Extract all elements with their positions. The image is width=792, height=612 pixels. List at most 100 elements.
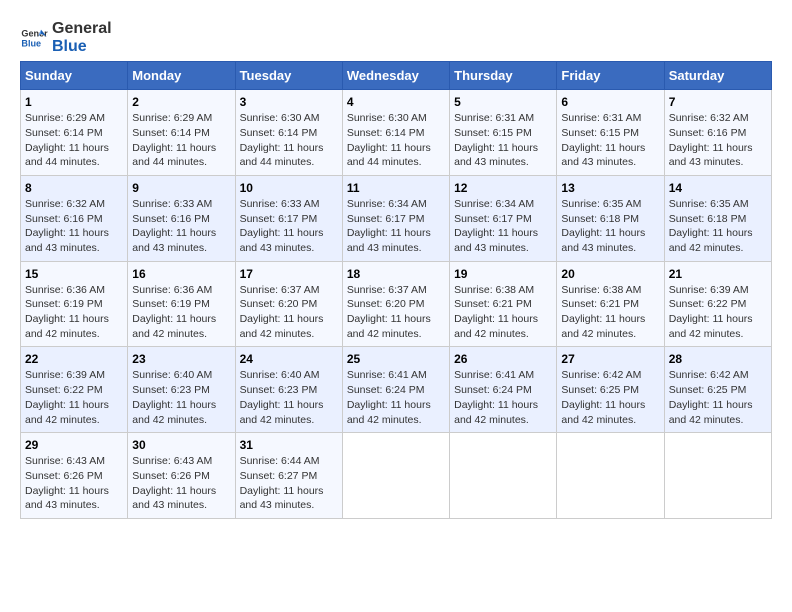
day-number: 21 <box>669 267 767 281</box>
day-info: Sunrise: 6:30 AMSunset: 6:14 PMDaylight:… <box>240 111 338 170</box>
day-cell: 11 Sunrise: 6:34 AMSunset: 6:17 PMDayligh… <box>342 175 449 261</box>
day-cell: 6 Sunrise: 6:31 AMSunset: 6:15 PMDaylight… <box>557 90 664 176</box>
day-info: Sunrise: 6:31 AMSunset: 6:15 PMDaylight:… <box>561 111 659 170</box>
day-number: 2 <box>132 95 230 109</box>
day-number: 10 <box>240 181 338 195</box>
day-info: Sunrise: 6:34 AMSunset: 6:17 PMDaylight:… <box>454 197 552 256</box>
day-cell: 23 Sunrise: 6:40 AMSunset: 6:23 PMDayligh… <box>128 347 235 433</box>
day-number: 14 <box>669 181 767 195</box>
day-cell: 18Sunrise: 6:37 AMSunset: 6:20 PMDayligh… <box>342 261 449 347</box>
week-row-4: 22 Sunrise: 6:39 AMSunset: 6:22 PMDayligh… <box>21 347 772 433</box>
day-cell: 29 Sunrise: 6:43 AMSunset: 6:26 PMDayligh… <box>21 433 128 519</box>
day-info: Sunrise: 6:40 AMSunset: 6:23 PMDaylight:… <box>132 368 230 427</box>
day-cell: 17 Sunrise: 6:37 AMSunset: 6:20 PMDayligh… <box>235 261 342 347</box>
day-number: 1 <box>25 95 123 109</box>
day-number: 28 <box>669 352 767 366</box>
day-cell: 27Sunrise: 6:42 AMSunset: 6:25 PMDayligh… <box>557 347 664 433</box>
day-number: 13 <box>561 181 659 195</box>
day-number: 8 <box>25 181 123 195</box>
week-row-3: 15 Sunrise: 6:36 AMSunset: 6:19 PMDayligh… <box>21 261 772 347</box>
day-cell: 7 Sunrise: 6:32 AMSunset: 6:16 PMDaylight… <box>664 90 771 176</box>
day-number: 30 <box>132 438 230 452</box>
col-header-tuesday: Tuesday <box>235 62 342 90</box>
day-number: 15 <box>25 267 123 281</box>
day-number: 25 <box>347 352 445 366</box>
day-number: 16 <box>132 267 230 281</box>
day-info: Sunrise: 6:39 AMSunset: 6:22 PMDaylight:… <box>669 283 767 342</box>
day-cell: 9 Sunrise: 6:33 AMSunset: 6:16 PMDaylight… <box>128 175 235 261</box>
day-info: Sunrise: 6:39 AMSunset: 6:22 PMDaylight:… <box>25 368 123 427</box>
day-info: Sunrise: 6:32 AMSunset: 6:16 PMDaylight:… <box>669 111 767 170</box>
day-number: 3 <box>240 95 338 109</box>
day-cell: 12 Sunrise: 6:34 AMSunset: 6:17 PMDayligh… <box>450 175 557 261</box>
day-number: 29 <box>25 438 123 452</box>
day-info: Sunrise: 6:29 AMSunset: 6:14 PMDaylight:… <box>25 111 123 170</box>
day-info: Sunrise: 6:41 AMSunset: 6:24 PMDaylight:… <box>454 368 552 427</box>
col-header-monday: Monday <box>128 62 235 90</box>
day-info: Sunrise: 6:44 AMSunset: 6:27 PMDaylight:… <box>240 454 338 513</box>
day-info: Sunrise: 6:42 AMSunset: 6:25 PMDaylight:… <box>669 368 767 427</box>
day-cell: 22 Sunrise: 6:39 AMSunset: 6:22 PMDayligh… <box>21 347 128 433</box>
day-number: 7 <box>669 95 767 109</box>
day-info: Sunrise: 6:30 AMSunset: 6:14 PMDaylight:… <box>347 111 445 170</box>
day-number: 12 <box>454 181 552 195</box>
day-cell: 26 Sunrise: 6:41 AMSunset: 6:24 PMDayligh… <box>450 347 557 433</box>
day-cell: 5 Sunrise: 6:31 AMSunset: 6:15 PMDaylight… <box>450 90 557 176</box>
day-number: 5 <box>454 95 552 109</box>
day-info: Sunrise: 6:33 AMSunset: 6:16 PMDaylight:… <box>132 197 230 256</box>
calendar-table: SundayMondayTuesdayWednesdayThursdayFrid… <box>20 61 772 519</box>
day-number: 20 <box>561 267 659 281</box>
day-cell: 3 Sunrise: 6:30 AMSunset: 6:14 PMDaylight… <box>235 90 342 176</box>
day-number: 17 <box>240 267 338 281</box>
day-number: 23 <box>132 352 230 366</box>
day-cell <box>557 433 664 519</box>
day-number: 6 <box>561 95 659 109</box>
day-info: Sunrise: 6:29 AMSunset: 6:14 PMDaylight:… <box>132 111 230 170</box>
day-cell: 19Sunrise: 6:38 AMSunset: 6:21 PMDayligh… <box>450 261 557 347</box>
day-info: Sunrise: 6:31 AMSunset: 6:15 PMDaylight:… <box>454 111 552 170</box>
day-cell: 30Sunrise: 6:43 AMSunset: 6:26 PMDayligh… <box>128 433 235 519</box>
logo-blue: Blue <box>52 38 112 56</box>
day-info: Sunrise: 6:34 AMSunset: 6:17 PMDaylight:… <box>347 197 445 256</box>
day-cell: 10 Sunrise: 6:33 AMSunset: 6:17 PMDayligh… <box>235 175 342 261</box>
day-cell: 21 Sunrise: 6:39 AMSunset: 6:22 PMDayligh… <box>664 261 771 347</box>
day-cell: 24 Sunrise: 6:40 AMSunset: 6:23 PMDayligh… <box>235 347 342 433</box>
day-cell: 16Sunrise: 6:36 AMSunset: 6:19 PMDayligh… <box>128 261 235 347</box>
week-row-5: 29 Sunrise: 6:43 AMSunset: 6:26 PMDayligh… <box>21 433 772 519</box>
day-info: Sunrise: 6:37 AMSunset: 6:20 PMDaylight:… <box>240 283 338 342</box>
col-header-sunday: Sunday <box>21 62 128 90</box>
day-number: 9 <box>132 181 230 195</box>
day-info: Sunrise: 6:35 AMSunset: 6:18 PMDaylight:… <box>561 197 659 256</box>
day-cell: 25Sunrise: 6:41 AMSunset: 6:24 PMDayligh… <box>342 347 449 433</box>
day-cell <box>342 433 449 519</box>
logo-icon: General Blue <box>20 24 48 52</box>
day-cell: 13 Sunrise: 6:35 AMSunset: 6:18 PMDayligh… <box>557 175 664 261</box>
day-cell: 20Sunrise: 6:38 AMSunset: 6:21 PMDayligh… <box>557 261 664 347</box>
svg-text:Blue: Blue <box>21 38 41 48</box>
day-cell: 1 Sunrise: 6:29 AMSunset: 6:14 PMDaylight… <box>21 90 128 176</box>
day-info: Sunrise: 6:36 AMSunset: 6:19 PMDaylight:… <box>25 283 123 342</box>
logo: General Blue General Blue <box>20 20 112 55</box>
day-number: 24 <box>240 352 338 366</box>
logo-general: General <box>52 20 112 38</box>
day-cell: 8Sunrise: 6:32 AMSunset: 6:16 PMDaylight… <box>21 175 128 261</box>
col-header-thursday: Thursday <box>450 62 557 90</box>
day-cell <box>450 433 557 519</box>
col-header-saturday: Saturday <box>664 62 771 90</box>
day-info: Sunrise: 6:42 AMSunset: 6:25 PMDaylight:… <box>561 368 659 427</box>
col-header-friday: Friday <box>557 62 664 90</box>
day-cell: 2 Sunrise: 6:29 AMSunset: 6:14 PMDaylight… <box>128 90 235 176</box>
day-number: 22 <box>25 352 123 366</box>
day-cell <box>664 433 771 519</box>
day-info: Sunrise: 6:40 AMSunset: 6:23 PMDaylight:… <box>240 368 338 427</box>
day-number: 4 <box>347 95 445 109</box>
day-number: 26 <box>454 352 552 366</box>
day-info: Sunrise: 6:43 AMSunset: 6:26 PMDaylight:… <box>25 454 123 513</box>
week-row-2: 8Sunrise: 6:32 AMSunset: 6:16 PMDaylight… <box>21 175 772 261</box>
day-number: 31 <box>240 438 338 452</box>
day-cell: 31 Sunrise: 6:44 AMSunset: 6:27 PMDayligh… <box>235 433 342 519</box>
day-number: 19 <box>454 267 552 281</box>
day-of-week-header: SundayMondayTuesdayWednesdayThursdayFrid… <box>21 62 772 90</box>
day-info: Sunrise: 6:33 AMSunset: 6:17 PMDaylight:… <box>240 197 338 256</box>
day-number: 11 <box>347 181 445 195</box>
